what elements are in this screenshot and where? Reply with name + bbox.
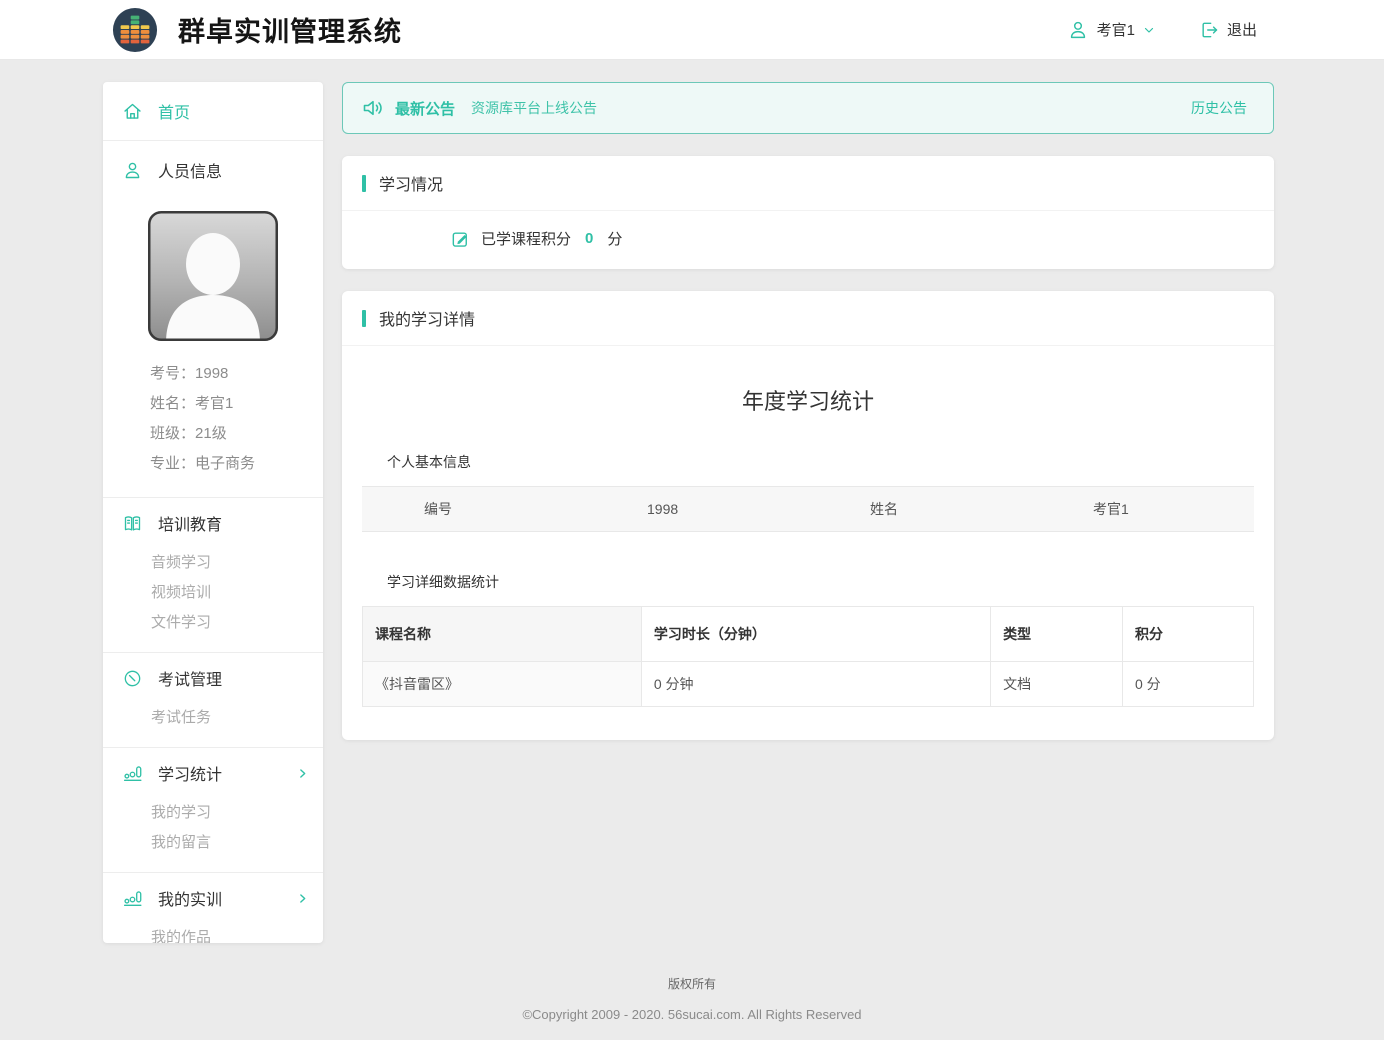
card-title: 学习情况 [379, 171, 443, 195]
announcement-label: 最新公告 [395, 98, 455, 119]
sidebar-item-label: 学习统计 [158, 761, 281, 785]
table-cell-credit: 0 分 [1123, 662, 1254, 707]
sidebar-subitem-my-works[interactable]: 我的作品 [151, 923, 323, 943]
user-icon [1067, 19, 1089, 41]
study-detail-card: 我的学习详情 年度学习统计 个人基本信息 编号 1998 姓名 考官1 学习详细… [342, 291, 1274, 740]
logout-label: 退出 [1227, 19, 1257, 40]
table-row: 《抖音雷区》 0 分钟 文档 0 分 [363, 662, 1254, 707]
column-header: 课程名称 [363, 607, 642, 662]
study-status-card: 学习情况 已学课程积分 0 分 [342, 156, 1274, 269]
profile-field: 姓名：考官1 [150, 389, 323, 419]
book-icon [122, 513, 143, 534]
megaphone-icon [361, 96, 385, 120]
user-name: 考官1 [1097, 19, 1135, 40]
announcement-link[interactable]: 资源库平台上线公告 [471, 98, 597, 118]
logout-icon [1199, 20, 1219, 40]
sidebar-subitem-file-study[interactable]: 文件学习 [151, 608, 323, 638]
study-stats-table: 课程名称 学习时长（分钟） 类型 积分 《抖音雷区》 0 分钟 文档 0 分 [362, 606, 1254, 707]
edit-icon [450, 229, 470, 249]
sidebar-item-study-statistics[interactable]: 学习统计 [103, 748, 323, 798]
basic-info-cell: 1998 [585, 501, 808, 517]
sidebar-item-label: 培训教育 [158, 511, 309, 535]
clock-icon [122, 668, 143, 689]
sidebar-item-label: 考试管理 [158, 666, 309, 690]
history-announcements-link[interactable]: 历史公告 [1191, 98, 1247, 118]
annual-stats-heading: 年度学习统计 [362, 384, 1254, 416]
basic-info-cell: 编号 [362, 499, 585, 519]
sidebar-subitem-exam-task[interactable]: 考试任务 [151, 703, 323, 733]
title-marker [362, 175, 366, 192]
avatar [148, 211, 278, 341]
page-footer: 版权所有 ©Copyright 2009 - 2020. 56sucai.com… [0, 975, 1384, 1022]
credit-value: 0 [585, 230, 593, 247]
basic-info-cell: 姓名 [808, 499, 1031, 519]
brand: 群卓实训管理系统 [112, 7, 402, 53]
copyright-label: 版权所有 [0, 975, 1384, 992]
card-title: 我的学习详情 [379, 306, 475, 330]
sidebar-subitem-video-training[interactable]: 视频培训 [151, 578, 323, 608]
sidebar-subitem-my-study[interactable]: 我的学习 [151, 798, 323, 828]
person-icon [122, 160, 143, 181]
app-logo-icon [112, 7, 158, 53]
logout-button[interactable]: 退出 [1199, 19, 1257, 40]
credit-row: 已学课程积分 0 分 [450, 228, 1274, 249]
basic-info-row: 编号 1998 姓名 考官1 [362, 486, 1254, 532]
chevron-down-icon [1143, 24, 1155, 36]
sidebar-section-exam-management: 考试管理 考试任务 [103, 653, 323, 747]
sidebar-item-training-education[interactable]: 培训教育 [103, 498, 323, 548]
column-header: 学习时长（分钟） [641, 607, 990, 662]
sidebar-item-label: 我的实训 [158, 886, 281, 910]
column-header: 积分 [1123, 607, 1254, 662]
home-icon [122, 101, 143, 122]
sidebar-section-my-practical-training: 我的实训 我的作品 作品列表 [103, 873, 323, 943]
column-header: 类型 [991, 607, 1123, 662]
user-menu[interactable]: 考官1 [1067, 19, 1155, 41]
profile-field: 班级：21级 [150, 419, 323, 449]
table-header-row: 课程名称 学习时长（分钟） 类型 积分 [363, 607, 1254, 662]
credit-unit: 分 [607, 228, 622, 249]
table-cell-course-name: 《抖音雷区》 [363, 662, 642, 707]
chevron-right-icon [296, 767, 309, 780]
sidebar-item-my-practical-training[interactable]: 我的实训 [103, 873, 323, 923]
basic-info-cell: 考官1 [1031, 499, 1254, 519]
stats-label: 学习详细数据统计 [387, 572, 1254, 592]
sidebar-item-exam-management[interactable]: 考试管理 [103, 653, 323, 703]
credit-label: 已学课程积分 [481, 228, 571, 249]
sidebar-subitem-audio-study[interactable]: 音频学习 [151, 548, 323, 578]
chevron-right-icon [296, 892, 309, 905]
profile-field: 考号：1998 [150, 359, 323, 389]
table-cell-duration: 0 分钟 [641, 662, 990, 707]
card-header: 我的学习详情 [342, 291, 1274, 346]
copyright-text: ©Copyright 2009 - 2020. 56sucai.com. All… [0, 1007, 1384, 1022]
title-marker [362, 310, 366, 327]
sidebar-subitem-my-messages[interactable]: 我的留言 [151, 828, 323, 858]
sidebar-item-home[interactable]: 首页 [103, 82, 323, 140]
sidebar-item-label: 人员信息 [158, 158, 309, 182]
sidebar-section-study-statistics: 学习统计 我的学习 我的留言 [103, 748, 323, 872]
table-cell-type: 文档 [991, 662, 1123, 707]
app-header: 群卓实训管理系统 考官1 退出 [0, 0, 1384, 60]
card-header: 学习情况 [342, 156, 1274, 211]
sidebar-item-label: 首页 [158, 99, 309, 123]
profile-field: 专业：电子商务 [150, 449, 323, 479]
basic-info-label: 个人基本信息 [387, 452, 1254, 472]
announcement-bar: 最新公告 资源库平台上线公告 历史公告 [342, 82, 1274, 134]
profile-fields: 考号：1998 姓名：考官1 班级：21级 专业：电子商务 [103, 353, 323, 497]
sidebar-section-training-education: 培训教育 音频学习 视频培训 文件学习 [103, 498, 323, 652]
sidebar-item-personnel-info[interactable]: 人员信息 [103, 141, 323, 199]
sidebar: 首页 人员信息 [103, 82, 323, 943]
main-content: 最新公告 资源库平台上线公告 历史公告 学习情况 已学课程积分 [342, 82, 1274, 762]
app-title: 群卓实训管理系统 [178, 10, 402, 49]
bar-chart-icon [122, 888, 143, 909]
bar-chart-icon [122, 763, 143, 784]
